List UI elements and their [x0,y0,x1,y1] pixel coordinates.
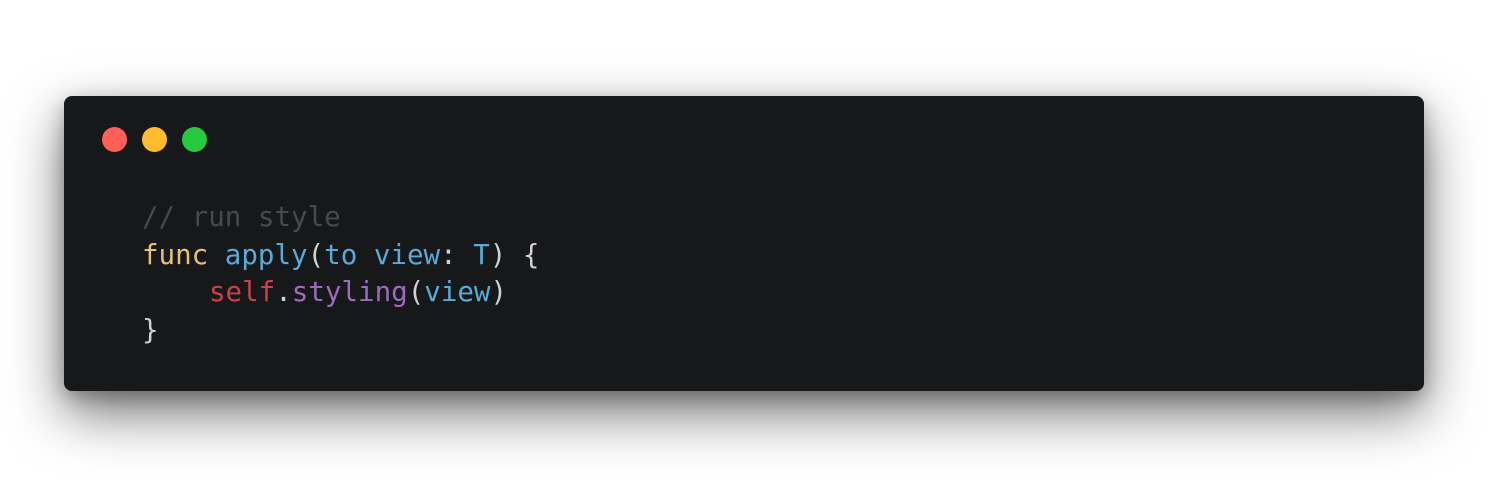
zoom-button[interactable] [182,127,207,152]
code-token-plain: . [275,276,292,308]
code-line: } [142,312,539,350]
code-token-plain: : [440,238,474,271]
window-controls [102,127,207,152]
code-token-plain: ) [490,276,508,308]
code-token-function: view [373,238,441,271]
code-token-plain: ( [407,276,425,308]
minimize-button[interactable] [142,127,167,152]
code-line: func apply(to view: T) { [142,237,539,275]
code-token-function: to [324,238,358,271]
code-token-keyword: func [142,238,209,271]
close-button[interactable] [102,127,127,152]
code-token-function: T [473,238,490,271]
code-block: // run style func apply(to view: T) {self… [142,199,539,349]
code-token-comment: // run style [142,201,341,233]
code-token-plain: ( [307,238,325,271]
code-token-self: self [209,276,276,308]
code-token-plain: ) { [489,238,540,271]
code-token-method: styling [291,276,408,308]
code-window: // run style func apply(to view: T) {self… [64,96,1424,391]
code-token-function: apply [224,238,308,271]
code-line: self.styling(view) [142,274,539,312]
code-line: // run style [142,199,539,237]
code-token-plain: } [142,313,159,346]
code-token-function: view [424,276,491,308]
